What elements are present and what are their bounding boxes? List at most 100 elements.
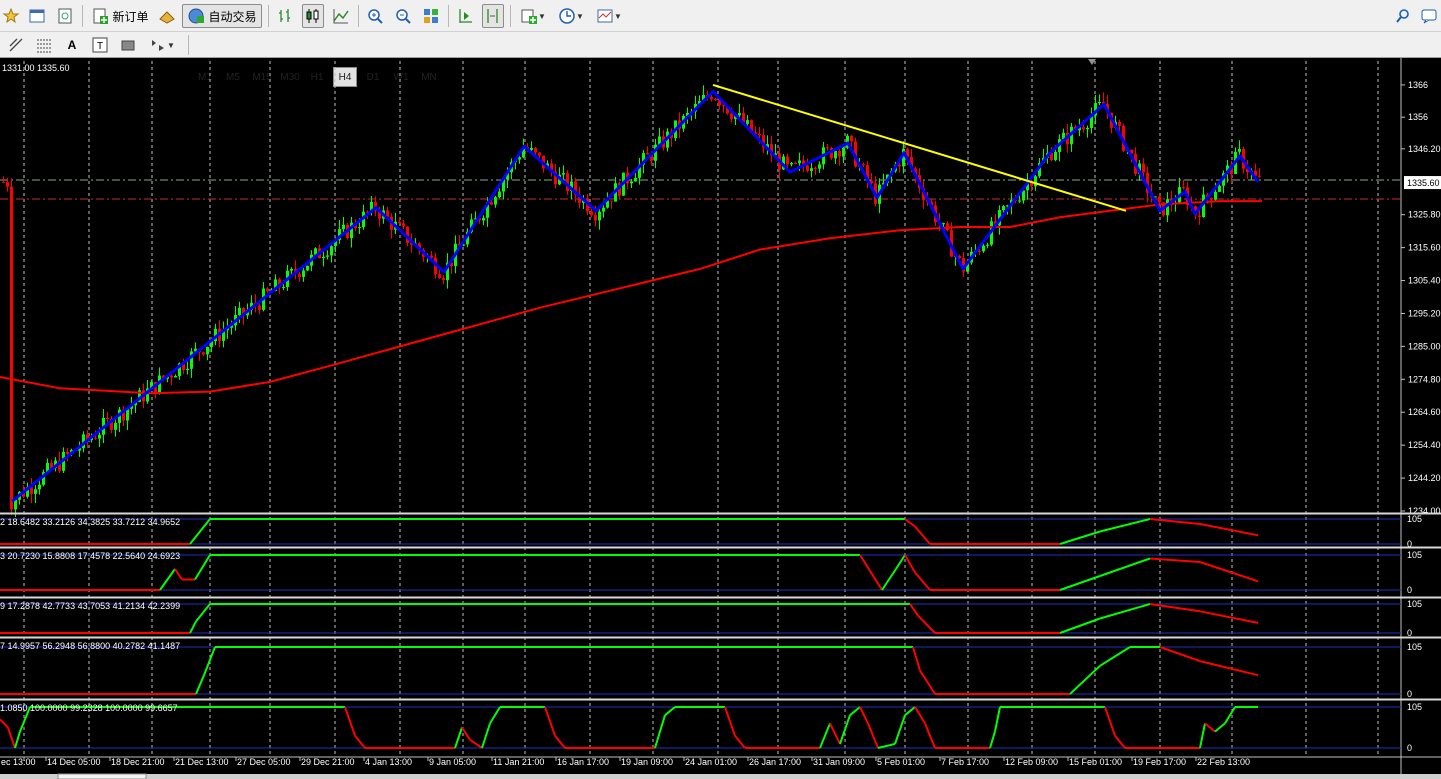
time-tick-label: 4 Jan 13:00 <box>365 757 412 767</box>
candle-body <box>1098 101 1101 104</box>
candle-body <box>1086 127 1089 130</box>
candle-body <box>282 287 285 289</box>
auto-trading-icon <box>188 8 205 24</box>
rectangle-tool-icon[interactable] <box>116 33 140 57</box>
candle-body <box>238 307 241 315</box>
candle-body <box>590 211 593 216</box>
market-watch-icon[interactable] <box>156 4 178 28</box>
candle-body <box>814 168 817 170</box>
chart-shift-icon[interactable] <box>482 4 504 28</box>
zoom-out-icon[interactable] <box>392 4 414 28</box>
auto-scroll-icon[interactable] <box>454 4 476 28</box>
text-label-icon[interactable]: T <box>88 33 112 57</box>
candle-body <box>978 250 981 252</box>
chevron-down-icon: ▼ <box>538 11 546 21</box>
candle-body <box>202 352 205 355</box>
indicator-readout: 7 14.9957 56.2948 56.8800 40.2782 41.148… <box>0 641 180 651</box>
indicator-pane-5: 1.0850 100.0000 99.2328 100.0000 99.6657… <box>0 698 1441 753</box>
indicator-segment <box>859 554 871 572</box>
candle-body <box>806 165 809 171</box>
indicator-segment <box>1059 617 1101 634</box>
candle-body <box>98 434 101 439</box>
new-chart-icon[interactable] <box>0 4 22 28</box>
candle-body <box>494 197 497 205</box>
line-chart-icon[interactable] <box>330 4 352 28</box>
navigator-icon[interactable] <box>54 4 76 28</box>
indicator-segment <box>917 614 936 634</box>
candle-body <box>6 181 9 187</box>
indicator-segment <box>14 731 21 749</box>
new-order-label: 新订单 <box>112 9 149 24</box>
arrows-dropdown[interactable]: ▼ <box>144 33 180 57</box>
indicator-segment <box>914 571 931 591</box>
price-tick-label: 1264.60 <box>1408 407 1441 417</box>
indicator-segment <box>867 723 879 749</box>
fibonacci-icon[interactable] <box>32 33 56 57</box>
candle-body <box>330 246 333 256</box>
symbol-info-text: 1331.00 1335.60 <box>2 63 70 73</box>
time-tick-label: 12 Feb 09:00 <box>1005 757 1058 767</box>
candle-body <box>258 305 261 310</box>
time-tick-label: 24 Jan 01:00 <box>685 757 737 767</box>
price-chart[interactable]: 1366 1356 1346.20 1335.60 1325.80 1315.60 1305… <box>0 58 1441 779</box>
indicator-segment <box>174 568 183 581</box>
cursor-lines-icon[interactable] <box>4 33 28 57</box>
price-tick-label: 1346.20 <box>1408 144 1441 154</box>
indicator-segment <box>869 570 883 591</box>
profiles-icon[interactable] <box>26 4 48 28</box>
indicator-segment <box>1199 610 1259 624</box>
indicator-segment <box>881 568 897 591</box>
candle-body <box>730 113 733 120</box>
message-icon[interactable] <box>1418 4 1440 28</box>
indicator-segment <box>1149 603 1201 613</box>
time-tick-label: 16 Jan 17:00 <box>557 757 609 767</box>
indicator-segment <box>819 723 831 749</box>
tile-windows-icon[interactable] <box>420 4 442 28</box>
indicator-segment <box>1099 646 1131 667</box>
search-icon[interactable] <box>1392 4 1414 28</box>
price-tick-label: 1325.80 <box>1408 210 1441 220</box>
candlestick-chart-icon[interactable] <box>302 4 324 28</box>
indicator-pane-1: 2 18.6482 33.2126 34.3825 33.7212 34.965… <box>0 512 1441 549</box>
indicator-pane-3: 9 17.2878 42.7733 43.7053 41.2134 42.239… <box>0 596 1441 638</box>
time-tick-label: 26 Jan 17:00 <box>749 757 801 767</box>
candle-body <box>598 211 601 221</box>
indicator-segment <box>159 568 176 591</box>
indicator-segment <box>195 674 205 695</box>
indicators-dropdown[interactable]: ▼ <box>516 4 550 28</box>
candle-body <box>794 162 797 164</box>
candle-body <box>206 346 209 355</box>
indicator-segment <box>554 735 566 749</box>
candle-body <box>290 268 293 271</box>
zigzag-line <box>11 89 1260 503</box>
bar-chart-icon[interactable] <box>274 4 296 28</box>
candle-body <box>1258 175 1261 177</box>
candle-body <box>798 160 801 164</box>
candle-body <box>1142 163 1145 173</box>
text-tool-icon[interactable]: A <box>60 33 84 57</box>
indicator-segment <box>829 722 841 745</box>
price-tick-label: 1254.40 <box>1408 440 1441 450</box>
indicator-readout: 3 20.7230 15.8808 17.4578 22.5640 24.692… <box>0 551 180 561</box>
indicator-segment <box>994 706 1001 732</box>
new-order-button[interactable]: 新订单 <box>88 4 152 28</box>
candle-body <box>834 151 837 159</box>
time-tick-label: 19 Feb 17:00 <box>1133 757 1186 767</box>
indicator-segment <box>544 706 556 737</box>
candle-body <box>714 99 717 101</box>
candle-body <box>758 133 761 136</box>
periods-dropdown[interactable]: ▼ <box>554 4 588 28</box>
candle-body <box>1218 185 1221 192</box>
time-tick-label: 31 Jan 09:00 <box>813 757 865 767</box>
candle-body <box>826 147 829 149</box>
template-icon <box>597 9 613 23</box>
candle-body <box>562 173 565 175</box>
candle-body <box>594 215 597 221</box>
templates-dropdown[interactable]: ▼ <box>592 4 626 28</box>
auto-trading-button[interactable]: 自动交易 <box>182 4 262 28</box>
indicator-readout: 1.0850 100.0000 99.2328 100.0000 99.6657 <box>0 703 178 713</box>
candle-body <box>982 245 985 252</box>
arrows-icon <box>152 40 165 51</box>
indicator-segment <box>344 706 356 737</box>
zoom-in-icon[interactable] <box>364 4 386 28</box>
